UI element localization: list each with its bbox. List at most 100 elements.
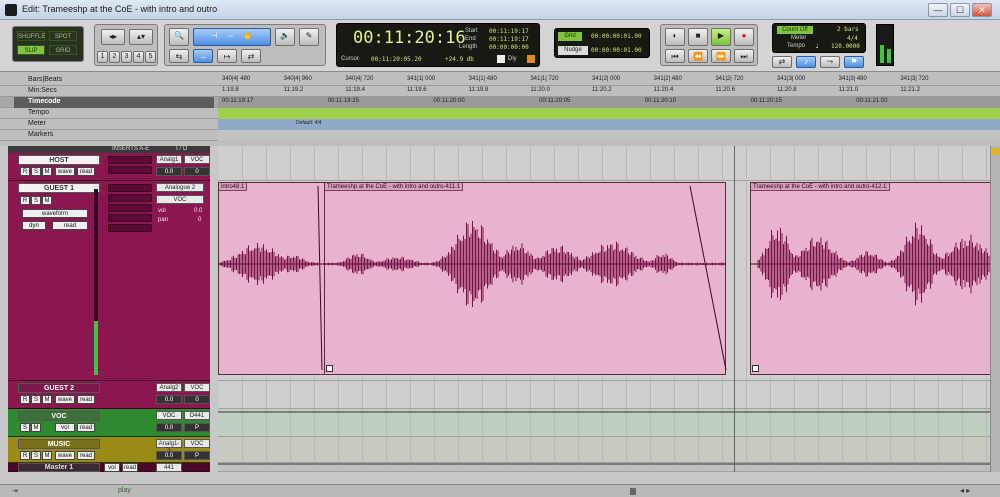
pan-value[interactable]: 0 [198, 217, 201, 223]
zoom-preset-4[interactable]: 4 [133, 51, 144, 63]
insert-slot[interactable] [108, 214, 152, 222]
bottom-scroll-bar[interactable]: ⇥ play ◂ ▸ [0, 484, 1000, 497]
view-selector[interactable]: wave [55, 451, 75, 460]
fade-line[interactable] [317, 185, 323, 371]
count-off-button[interactable]: Count Off [777, 26, 813, 34]
volume-view-button[interactable]: vol [104, 463, 120, 472]
output-selector[interactable]: VOC [184, 383, 210, 392]
pan-value[interactable]: P [184, 423, 210, 432]
solo-button[interactable]: S [31, 167, 41, 176]
solo-button[interactable]: S [31, 196, 41, 205]
insert-slot[interactable] [108, 204, 152, 212]
meter-value[interactable]: 4/4 [847, 35, 858, 42]
solo-button[interactable]: S [20, 423, 30, 432]
shuffle-mode-button[interactable]: SHUFFLE [17, 31, 45, 41]
tab-to-transients-icon[interactable]: → [193, 49, 213, 63]
automation-mode[interactable]: read [77, 395, 95, 404]
mute-button[interactable]: M [42, 167, 52, 176]
volume-value[interactable]: 0.0 [156, 167, 182, 176]
play-icon[interactable]: ▶ [711, 28, 731, 46]
output-selector[interactable]: D441 [184, 411, 210, 420]
track-name[interactable]: Master 1 [18, 463, 100, 472]
vertical-scrollbar[interactable] [990, 146, 1000, 472]
end-value[interactable]: 00:11:19:17 [489, 36, 529, 43]
volume-value[interactable]: 0.0 [156, 451, 182, 460]
grid-toggle-button[interactable]: Grid [558, 32, 582, 41]
record-enable-button[interactable]: R [20, 196, 30, 205]
midi-merge-icon[interactable]: ⤳ [820, 56, 840, 68]
horizontal-scrollbar-thumb[interactable] [630, 488, 636, 495]
track-name[interactable]: MUSIC [18, 439, 100, 449]
meter-event[interactable]: Default: 4/4 [296, 120, 322, 126]
automation-mode[interactable]: read [122, 463, 138, 472]
clip-sync-marker-icon[interactable] [752, 365, 759, 372]
pan-value[interactable]: 0 [184, 167, 210, 176]
zoom-preset-3[interactable]: 3 [121, 51, 132, 63]
automation-mode[interactable]: read [77, 451, 95, 460]
track-name[interactable]: HOST [18, 155, 100, 165]
record-enable-button[interactable]: R [20, 451, 30, 460]
wait-for-note-icon[interactable]: ⇄ [772, 56, 792, 68]
volume-value[interactable]: 0.0 [194, 208, 202, 214]
ruler-track[interactable]: 1:19.8 11:19.2 11:19.4 11:19.6 11:19.8 11:20.… [218, 86, 1000, 97]
zoomer-tool-icon[interactable]: 🔍 [169, 28, 189, 46]
scrubber-tool-icon[interactable]: 🔈 [275, 28, 295, 46]
input-selector[interactable]: Analg2 [156, 383, 182, 392]
input-selector[interactable]: VOC [156, 411, 182, 420]
length-value[interactable]: 00:00:00:00 [489, 44, 529, 51]
ruler-track[interactable]: 340|4| 480 340|4| 960 340|4| 720 341|1| 000… [218, 75, 1000, 86]
conductor-track-icon[interactable]: ⚑ [844, 56, 864, 68]
meter-lane[interactable]: Default: 4/4 [218, 119, 1000, 130]
insert-slot[interactable] [108, 194, 152, 202]
volume-value[interactable]: 0.0 [156, 423, 182, 432]
playhead-cursor[interactable] [734, 146, 735, 472]
output-selector[interactable]: VOC [156, 195, 204, 204]
grid-value[interactable]: 00:00:00:01.00 [591, 33, 642, 40]
volume-value[interactable]: 0.0 [156, 395, 182, 404]
clip-sync-marker-icon[interactable] [326, 365, 333, 372]
link-timeline-icon[interactable]: ⇆ [169, 49, 189, 63]
automation-mode[interactable]: read [77, 167, 95, 176]
fast-forward-icon[interactable]: ⏩ [711, 49, 731, 63]
track-name[interactable]: GUEST 2 [18, 383, 100, 393]
fade-line[interactable] [689, 185, 727, 371]
input-selector[interactable]: Analogue 2 [156, 183, 204, 192]
output-selector[interactable]: VOC [184, 439, 210, 448]
nudge-toggle-button[interactable]: Nudge [558, 46, 588, 55]
dynamics-button[interactable]: dyn [22, 221, 46, 230]
record-icon[interactable]: ● [734, 28, 754, 46]
ruler-track[interactable]: 00:11:19:17 00:11:19:25 00:11:20:00 00:11:2… [218, 97, 1000, 108]
track-name[interactable]: VOC [18, 411, 100, 421]
record-enable-button[interactable]: R [20, 395, 30, 404]
automation-mode[interactable]: read [52, 221, 88, 230]
click-metronome-icon[interactable]: ♪ [796, 56, 816, 68]
mute-button[interactable]: M [31, 423, 41, 432]
grid-mode-button[interactable]: GRID [49, 45, 77, 55]
zoom-horizontal-icon[interactable]: ◂▸ [101, 29, 125, 45]
tempo-value[interactable]: 120.0000 [831, 43, 860, 50]
pencil-tool-icon[interactable]: ✎ [299, 28, 319, 46]
slip-mode-button[interactable]: SLIP [17, 45, 45, 55]
scroll-arrows-icon[interactable]: ◂ ▸ [960, 486, 970, 495]
spot-mode-button[interactable]: SPOT [49, 31, 77, 41]
selector-tool-icon[interactable]: ⇔ [227, 31, 235, 40]
view-selector[interactable]: vol [55, 423, 75, 432]
zoom-preset-1[interactable]: 1 [97, 51, 108, 63]
rewind-icon[interactable]: ⏪ [688, 49, 708, 63]
scroll-left-icon[interactable]: ⇥ [12, 487, 18, 495]
main-counter-value[interactable]: 00:11:20:16 [353, 28, 466, 48]
start-value[interactable]: 00:11:19:17 [489, 28, 529, 35]
close-button[interactable]: ✕ [972, 3, 992, 17]
output-selector[interactable]: 441 [156, 463, 182, 472]
solo-button[interactable]: S [31, 451, 41, 460]
return-to-zero-icon[interactable]: ⏮ [665, 49, 685, 63]
automation-mode[interactable]: read [77, 423, 95, 432]
insert-slot[interactable] [108, 156, 152, 164]
view-selector[interactable]: waveform [22, 209, 88, 218]
maximize-button[interactable]: ☐ [950, 3, 970, 17]
insertion-follows-icon[interactable]: ↦ [217, 49, 237, 63]
trim-tool-icon[interactable]: ⊣ [211, 31, 218, 40]
nudge-value[interactable]: 00:00:00:01.00 [591, 47, 642, 54]
insert-slot[interactable] [108, 166, 152, 174]
minimize-button[interactable]: — [928, 3, 948, 17]
